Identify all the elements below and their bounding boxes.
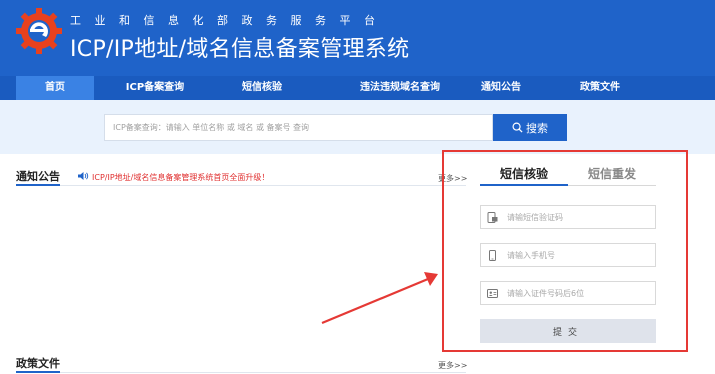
org-name: 工业和信息化部政务服务平台 — [70, 14, 389, 27]
nav-item-policy-docs[interactable]: 政策文件 — [568, 76, 632, 100]
tab-sms-resend[interactable]: 短信重发 — [568, 164, 656, 186]
tab-sms-verify[interactable]: 短信核验 — [480, 164, 568, 186]
id-number-field[interactable] — [480, 281, 656, 305]
speaker-icon — [78, 172, 89, 180]
main-nav: 首页 ICP备案查询 短信核验 违法违规域名查询 通知公告 政策文件 — [0, 76, 715, 100]
submit-button[interactable]: 提交 — [480, 319, 656, 343]
policy-more-link[interactable]: 更多>> — [438, 360, 467, 371]
search-button[interactable]: 搜索 — [493, 114, 567, 141]
sms-code-field[interactable] — [480, 205, 656, 229]
mobile-phone-icon — [489, 250, 496, 261]
miit-logo-icon — [16, 8, 62, 54]
notice-headline-link[interactable]: ICP/IP地址/域名信息备案管理系统首页全面升级！ — [92, 172, 269, 183]
policy-divider — [60, 372, 466, 373]
sms-code-icon — [487, 212, 498, 223]
nav-item-sms-verify[interactable]: 短信核验 — [226, 76, 298, 100]
notice-section-title: 通知公告 — [16, 170, 60, 183]
notice-divider — [60, 185, 466, 186]
site-title: ICP/IP地址/域名信息备案管理系统 — [70, 37, 410, 62]
mobile-phone-field[interactable] — [480, 243, 656, 267]
notice-more-link[interactable]: 更多>> — [438, 173, 467, 184]
policy-title-underline — [16, 371, 60, 373]
sms-code-input[interactable] — [507, 206, 653, 228]
nav-item-illegal-domain-query[interactable]: 违法违规域名查询 — [330, 76, 470, 100]
nav-item-icp-query[interactable]: ICP备案查询 — [110, 76, 200, 100]
id-number-input[interactable] — [507, 282, 653, 304]
site-header: 工业和信息化部政务服务平台 ICP/IP地址/域名信息备案管理系统 — [0, 0, 715, 76]
search-button-label: 搜索 — [526, 122, 548, 135]
search-band: 搜索 — [0, 100, 715, 154]
nav-item-home[interactable]: 首页 — [16, 76, 94, 100]
id-card-icon — [487, 289, 498, 298]
search-icon — [512, 122, 523, 133]
icp-search-input[interactable] — [104, 114, 493, 141]
nav-item-notices[interactable]: 通知公告 — [470, 76, 532, 100]
notice-title-underline — [16, 184, 60, 186]
policy-section-title: 政策文件 — [16, 357, 60, 370]
mobile-phone-input[interactable] — [507, 244, 653, 266]
